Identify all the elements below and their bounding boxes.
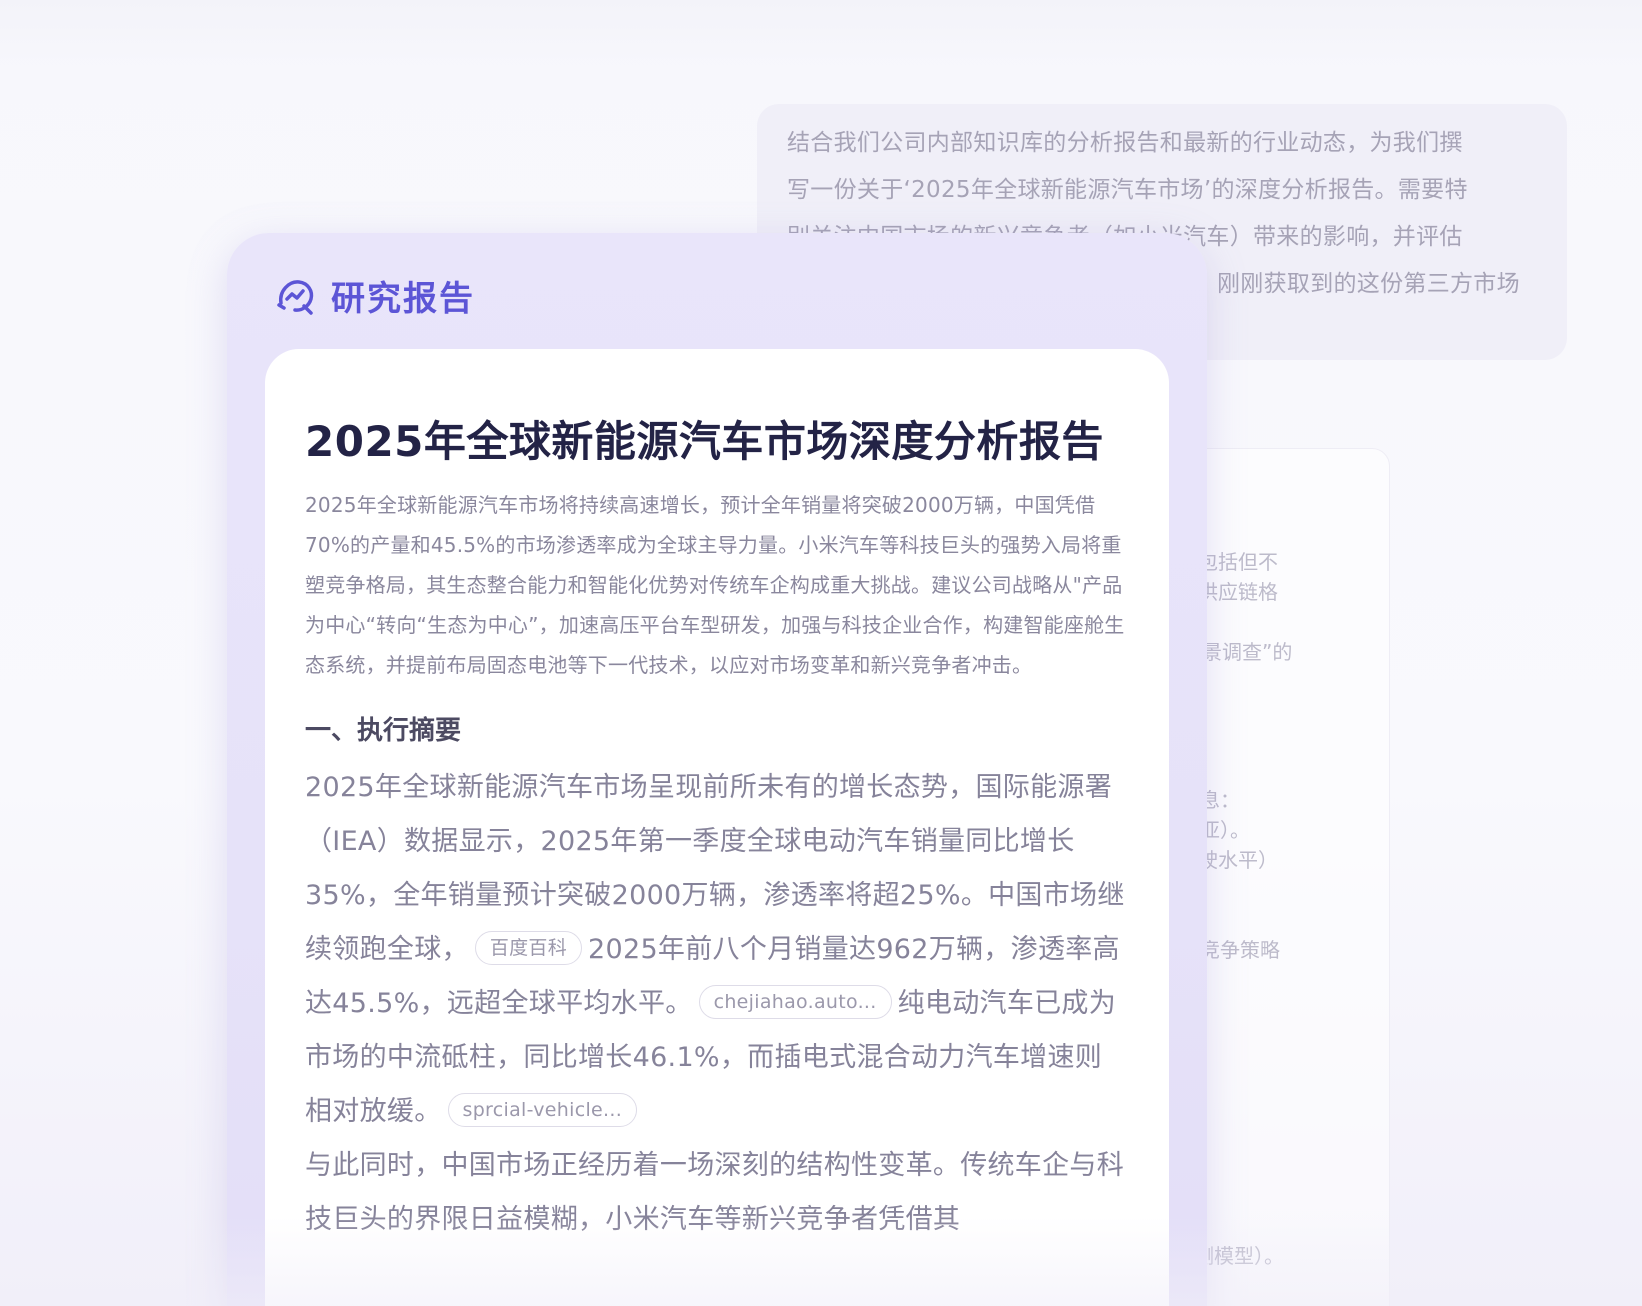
section-paragraph: 与此同时，中国市场正经历着一场深刻的结构性变革。传统车企与科技巨头的界限日益模糊… xyxy=(305,1150,1124,1235)
research-report-panel: 研究报告 2025年全球新能源汽车市场深度分析报告 2025年全球新能源汽车市场… xyxy=(227,233,1207,1306)
panel-title: 研究报告 xyxy=(331,279,475,319)
research-chart-search-icon xyxy=(275,275,317,317)
report-title: 2025年全球新能源汽车市场深度分析报告 xyxy=(305,417,1104,466)
report-document[interactable]: 2025年全球新能源汽车市场深度分析报告 2025年全球新能源汽车市场将持续高速… xyxy=(265,349,1169,1306)
top-band xyxy=(0,0,1642,70)
section-body: 2025年全球新能源汽车市场呈现前所未有的增长态势，国际能源署（IEA）数据显示… xyxy=(305,761,1129,1247)
citation-chip[interactable]: chejiahao.auto... xyxy=(698,985,892,1019)
report-summary: 2025年全球新能源汽车市场将持续高速增长，预计全年销量将突破2000万辆，中国… xyxy=(305,493,1125,677)
panel-header: 研究报告 xyxy=(275,271,475,320)
screen: 结合我们公司内部知识库的分析报告和最新的行业动态，为我们撰 写一份关于‘2025… xyxy=(0,0,1642,1306)
prompt-line-1: 结合我们公司内部知识库的分析报告和最新的行业动态，为我们撰 xyxy=(787,130,1463,156)
citation-chip[interactable]: sprcial-vehicle... xyxy=(447,1093,638,1127)
prompt-line-2: 写一份关于‘2025年全球新能源汽车市场’的深度分析报告。需要特 xyxy=(787,177,1468,203)
section-heading: 一、执行摘要 xyxy=(305,716,462,746)
section-paragraph: 2025年全球新能源汽车市场呈现前所未有的增长态势，国际能源署（IEA）数据显示… xyxy=(305,761,1129,1139)
citation-chip[interactable]: 百度百科 xyxy=(474,931,583,965)
